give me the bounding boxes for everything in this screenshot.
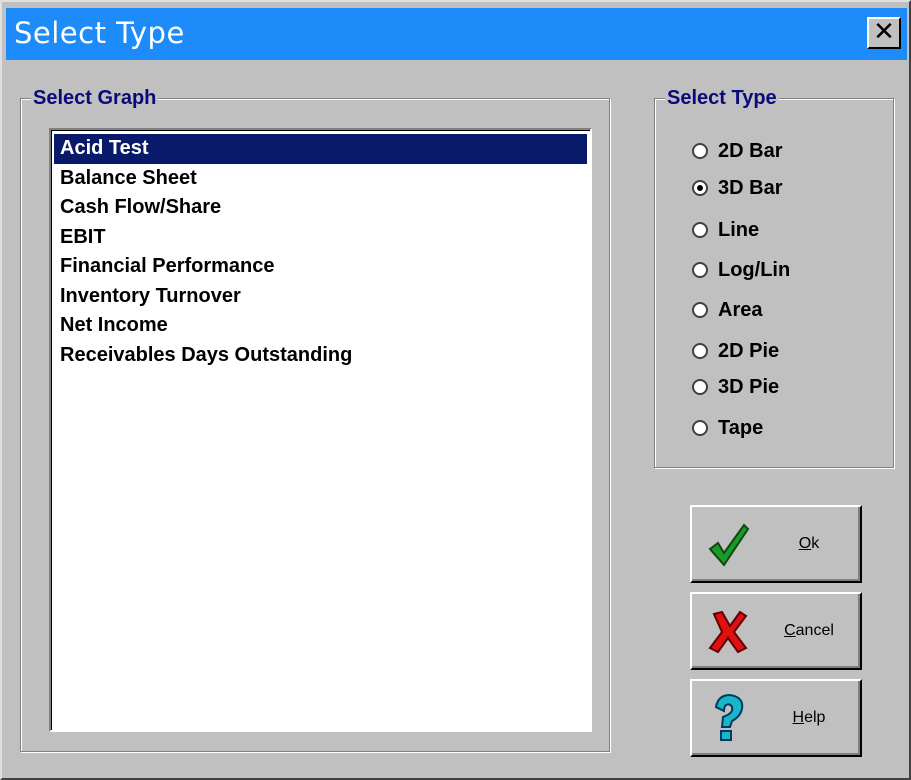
question-mark-icon bbox=[714, 693, 744, 741]
radio-label: 3D Bar bbox=[718, 176, 783, 199]
radio-2d-pie[interactable]: 2D Pie bbox=[692, 336, 779, 366]
list-item[interactable]: Receivables Days Outstanding bbox=[54, 341, 587, 371]
cancel-button[interactable]: Cancel bbox=[690, 592, 862, 670]
radio-button[interactable] bbox=[692, 302, 708, 318]
red-x-icon bbox=[708, 610, 748, 654]
radio-label: Log/Lin bbox=[718, 258, 791, 281]
radio-3d-pie[interactable]: 3D Pie bbox=[692, 372, 779, 402]
radio-button[interactable] bbox=[692, 379, 708, 395]
graph-listbox[interactable]: Acid Test Balance Sheet Cash Flow/Share … bbox=[49, 128, 592, 732]
radio-area[interactable]: Area bbox=[692, 295, 762, 325]
list-item[interactable]: Inventory Turnover bbox=[54, 282, 587, 312]
radio-tape[interactable]: Tape bbox=[692, 413, 763, 443]
radio-line[interactable]: Line bbox=[692, 215, 759, 245]
close-icon: ✕ bbox=[873, 17, 895, 47]
radio-button[interactable] bbox=[692, 143, 708, 159]
help-label: Help bbox=[792, 709, 826, 726]
radio-label: 3D Pie bbox=[718, 375, 780, 398]
radio-label: Line bbox=[718, 218, 760, 241]
radio-button[interactable] bbox=[692, 222, 708, 238]
radio-button-checked[interactable] bbox=[692, 180, 708, 196]
radio-3d-bar[interactable]: 3D Bar bbox=[692, 173, 782, 203]
close-button[interactable]: ✕ bbox=[867, 17, 901, 49]
radio-button[interactable] bbox=[692, 343, 708, 359]
cancel-label: Cancel bbox=[784, 622, 834, 639]
radio-2d-bar[interactable]: 2D Bar bbox=[692, 136, 782, 166]
list-item[interactable]: Acid Test bbox=[54, 134, 587, 164]
list-item[interactable]: EBIT bbox=[54, 223, 587, 253]
select-type-dialog: Select Type ✕ Select Graph Acid Test Bal… bbox=[0, 0, 911, 780]
select-graph-legend: Select Graph bbox=[31, 85, 159, 111]
select-type-legend: Select Type bbox=[665, 85, 779, 111]
list-item[interactable]: Balance Sheet bbox=[54, 164, 587, 194]
list-item[interactable]: Financial Performance bbox=[54, 252, 587, 282]
title-bar[interactable]: Select Type ✕ bbox=[6, 8, 907, 60]
help-button[interactable]: Help bbox=[690, 679, 862, 757]
radio-label: 2D Pie bbox=[718, 339, 780, 362]
radio-button[interactable] bbox=[692, 262, 708, 278]
radio-log-lin[interactable]: Log/Lin bbox=[692, 255, 790, 285]
list-item[interactable]: Net Income bbox=[54, 311, 587, 341]
ok-button[interactable]: Ok bbox=[690, 505, 862, 583]
window-title: Select Type bbox=[14, 16, 185, 50]
checkmark-icon bbox=[708, 523, 750, 567]
radio-label: Area bbox=[718, 298, 763, 321]
radio-button[interactable] bbox=[692, 420, 708, 436]
list-item[interactable]: Cash Flow/Share bbox=[54, 193, 587, 223]
radio-label: Tape bbox=[718, 416, 764, 439]
radio-label: 2D Bar bbox=[718, 139, 783, 162]
ok-label: Ok bbox=[798, 535, 820, 552]
